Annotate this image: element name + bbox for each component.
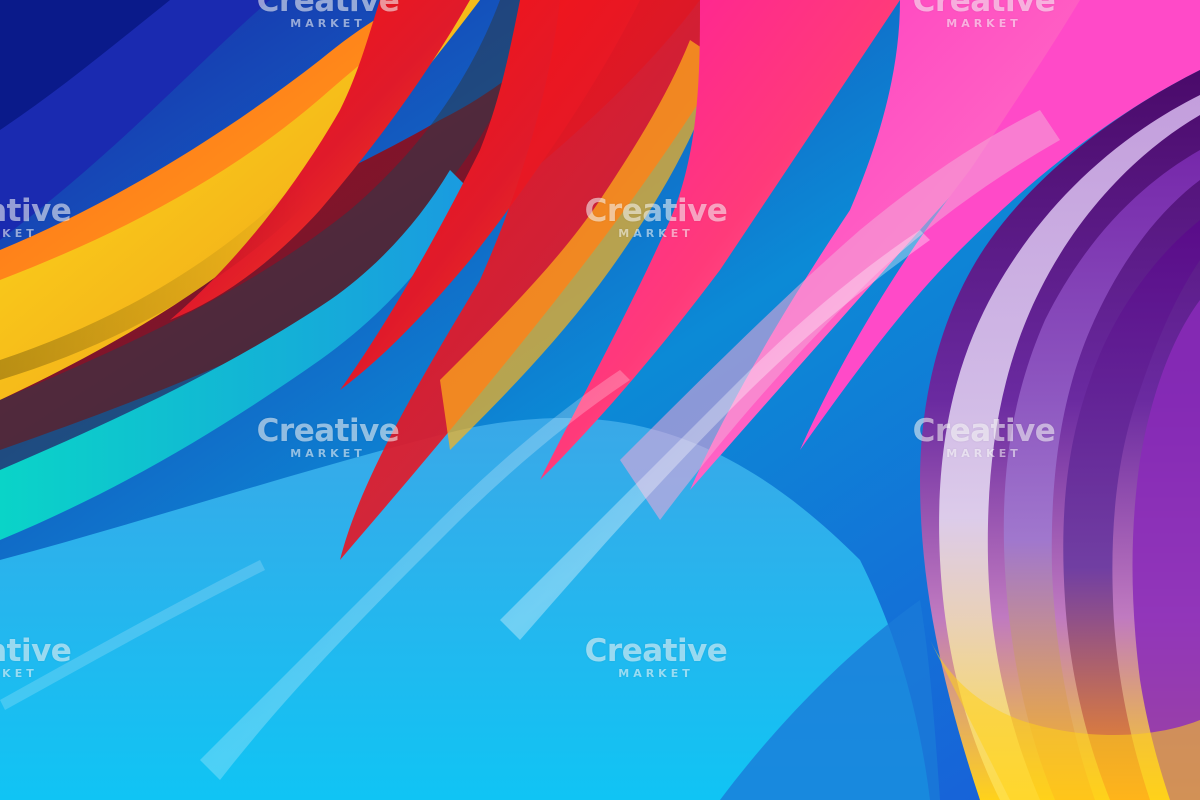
abstract-wave-artwork: Creative MARKET Creative MARKET Creative… (0, 0, 1200, 800)
rainbow-wave-background (0, 0, 1200, 800)
